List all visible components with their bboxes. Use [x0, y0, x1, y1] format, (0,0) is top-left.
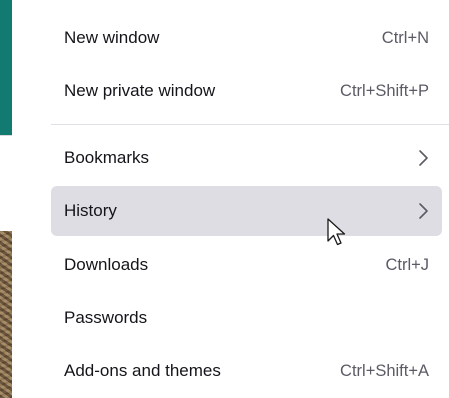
chevron-right-icon: [419, 203, 428, 219]
menu-item-shortcut: Ctrl+Shift+A: [340, 361, 429, 380]
chevron-right-icon: [419, 150, 428, 166]
menu-item-shortcut: Ctrl+N: [381, 28, 429, 47]
background-page: My: [0, 0, 12, 398]
menu-item-shortcut: Ctrl+Shift+P: [340, 81, 429, 100]
menu-item-passwords[interactable]: Passwords: [51, 293, 442, 343]
menu-item-label: Add-ons and themes: [64, 361, 221, 380]
menu-item-label: Passwords: [64, 308, 148, 327]
menu-item-shortcut: Ctrl+J: [385, 255, 429, 274]
menu-item-label: New private window: [64, 81, 216, 100]
menu-item-label: Downloads: [64, 255, 149, 274]
menu-item-downloads[interactable]: Downloads Ctrl+J: [51, 240, 442, 290]
menu-item-label: History: [64, 201, 117, 220]
app-menu-panel: New window Ctrl+N New private window Ctr…: [12, 0, 449, 398]
menu-item-label: Bookmarks: [64, 148, 150, 167]
page-content-area: My: [0, 135, 12, 330]
menu-item-bookmarks[interactable]: Bookmarks: [51, 133, 442, 183]
mouse-pointer-icon: [327, 218, 346, 246]
menu-item-label: New window: [64, 28, 160, 47]
menu-item-add-ons-and-themes[interactable]: Add-ons and themes Ctrl+Shift+A: [51, 346, 442, 396]
menu-separator: [51, 124, 449, 125]
page-photo: [0, 231, 12, 398]
menu-item-new-private-window[interactable]: New private window Ctrl+Shift+P: [51, 66, 442, 116]
page-header-band: [0, 0, 12, 135]
menu-item-new-window[interactable]: New window Ctrl+N: [51, 13, 442, 63]
menu-item-history[interactable]: History: [51, 186, 442, 236]
